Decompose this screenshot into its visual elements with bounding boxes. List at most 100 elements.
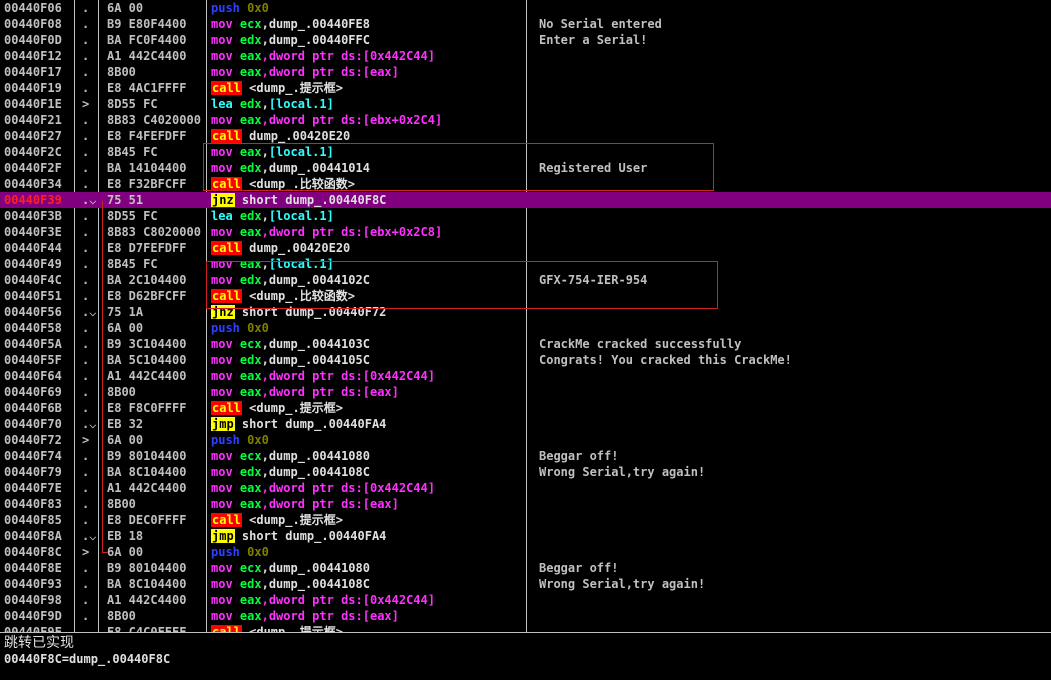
instruction-row[interactable]: 00440F51. E8 D62BFCFF call <dump_.比较函数>: [0, 288, 1051, 304]
instruction-row[interactable]: 00440F85. E8 DEC0FFFF call <dump_.提示框>: [0, 512, 1051, 528]
asm-token: edx: [239, 209, 262, 223]
instruction-row[interactable]: 00440F74. B9 80104400 mov ecx,dump_.004410…: [0, 448, 1051, 464]
instruction-row[interactable]: 00440F93. BA 8C104400 mov edx,dump_.004410…: [0, 576, 1051, 592]
instruction-hex: BA 5C104400: [107, 353, 187, 367]
asm-token: ,dword ptr ds:[0x442C44]: [261, 369, 435, 383]
instruction-row[interactable]: 00440F70 .⌵ EB 32 jmp short dump_.00440FA4: [0, 416, 1051, 432]
jump-marker: .: [82, 321, 90, 335]
instruction-row[interactable]: 00440F06. 6A 00 push 0x0: [0, 0, 1051, 16]
asm-token: mov: [211, 449, 240, 463]
jump-marker: .: [82, 561, 90, 575]
instruction-disassembly: mov eax,[local.1]: [211, 256, 334, 272]
instruction-row[interactable]: 00440F5A. B9 3C104400 mov ecx,dump_.004410…: [0, 336, 1051, 352]
jump-marker: .⌵: [82, 529, 97, 543]
instruction-row[interactable]: 00440F8E. B9 80104400 mov ecx,dump_.004410…: [0, 560, 1051, 576]
instruction-address: 00440F64: [4, 369, 62, 383]
instruction-hex: E8 DEC0FFFF: [107, 513, 187, 527]
instruction-row[interactable]: 00440F58. 6A 00 push 0x0: [0, 320, 1051, 336]
instruction-hex: E8 4AC1FFFF: [107, 81, 187, 95]
instruction-row[interactable]: 00440F3B. 8D55 FC lea edx,[local.1]: [0, 208, 1051, 224]
asm-token: ,dword ptr ds:[0x442C44]: [261, 49, 435, 63]
instruction-row[interactable]: 00440F8A .⌵ EB 18 jmp short dump_.00440FA4: [0, 528, 1051, 544]
asm-token: mov: [211, 257, 240, 271]
instruction-row[interactable]: 00440F56 .⌵ 75 1A jnz short dump_.00440F72: [0, 304, 1051, 320]
instruction-row[interactable]: 00440F49. 8B45 FC mov eax,[local.1]: [0, 256, 1051, 272]
instruction-row[interactable]: 00440F4C. BA 2C104400 mov edx,dump_.004410…: [0, 272, 1051, 288]
asm-token: ecx: [239, 17, 262, 31]
jump-marker: .: [82, 625, 90, 632]
instruction-row[interactable]: 00440F9F. E8 C4C0FFFF call <dump_.提示框>: [0, 624, 1051, 632]
instruction-address: 00440F72: [4, 433, 62, 447]
instruction-address: 00440F58: [4, 321, 62, 335]
instruction-row[interactable]: 00440F98. A1 442C4400 mov eax,dword ptr ds…: [0, 592, 1051, 608]
instruction-disassembly: mov ecx,dump_.00441080: [211, 560, 370, 576]
instruction-row[interactable]: 00440F5F. BA 5C104400 mov edx,dump_.004410…: [0, 352, 1051, 368]
instruction-row[interactable]: 00440F2C. 8B45 FC mov eax,[local.1]: [0, 144, 1051, 160]
instruction-row[interactable]: 00440F12. A1 442C4400 mov eax,dword ptr ds…: [0, 48, 1051, 64]
asm-token: ,dump_.00441014: [261, 161, 370, 175]
instruction-address: 00440F9F: [4, 625, 62, 632]
asm-token: <dump_.提示框>: [241, 513, 343, 527]
instruction-row[interactable]: 00440F19. E8 4AC1FFFF call <dump_.提示框>: [0, 80, 1051, 96]
asm-token: [local.1]: [268, 97, 334, 111]
instruction-row[interactable]: 00440F17. 8B00 mov eax,dword ptr ds:[eax]: [0, 64, 1051, 80]
asm-token: mov: [211, 385, 240, 399]
instruction-row[interactable]: 00440F8C >6A 00 push 0x0: [0, 544, 1051, 560]
instruction-row[interactable]: 00440F0D. BA FC0F4400 mov edx,dump_.00440F…: [0, 32, 1051, 48]
instruction-address: 00440F8E: [4, 561, 62, 575]
asm-token: short dump_.00440FA4: [234, 417, 387, 431]
instruction-hex: BA 8C104400: [107, 577, 187, 591]
instruction-row[interactable]: 00440F21. 8B83 C4020000 mov eax,dword ptr …: [0, 112, 1051, 128]
asm-token: short dump_.00440F8C: [234, 193, 387, 207]
jump-marker: .: [82, 577, 90, 591]
jump-marker: .: [82, 81, 90, 95]
debugger-window: 00440F06. 6A 00 push 0x0 00440F08. B9 E80F44…: [0, 0, 1051, 680]
instruction-disassembly: mov eax,dword ptr ds:[eax]: [211, 384, 399, 400]
instruction-row[interactable]: 00440F2F. BA 14104400 mov edx,dump_.004410…: [0, 160, 1051, 176]
instruction-row[interactable]: 00440F34. E8 F32BFCFF call <dump_.比较函数>: [0, 176, 1051, 192]
asm-token: mov: [211, 161, 240, 175]
instruction-address: 00440F69: [4, 385, 62, 399]
instruction-row[interactable]: 00440F44. E8 D7FEFDFF call dump_.00420E20: [0, 240, 1051, 256]
instruction-address: 00440F49: [4, 257, 62, 271]
instruction-address: 00440F19: [4, 81, 62, 95]
asm-token: ,dump_.00440FE8: [261, 17, 370, 31]
instruction-address: 00440F2F: [4, 161, 62, 175]
disassembly-pane[interactable]: 00440F06. 6A 00 push 0x0 00440F08. B9 E80F44…: [0, 0, 1051, 632]
asm-token: push: [211, 321, 240, 335]
asm-token: edx: [239, 353, 262, 367]
asm-token: ,dword ptr ds:[eax]: [261, 385, 399, 399]
instruction-row[interactable]: 00440F79. BA 8C104400 mov edx,dump_.004410…: [0, 464, 1051, 480]
jump-marker: .: [82, 337, 90, 351]
instruction-row[interactable]: 00440F9D. 8B00 mov eax,dword ptr ds:[eax]: [0, 608, 1051, 624]
instruction-address: 00440F93: [4, 577, 62, 591]
instruction-comment: Registered User: [539, 161, 648, 175]
instruction-row[interactable]: 00440F64. A1 442C4400 mov eax,dword ptr ds…: [0, 368, 1051, 384]
call-badge: call: [211, 129, 242, 143]
selected-instruction-row[interactable]: 00440F39 .⌵ 75 51 jnz short dump_.00440F8C: [0, 192, 1051, 208]
instruction-address: 00440F17: [4, 65, 62, 79]
asm-token: ,dword ptr ds:[ebx+0x2C8]: [261, 225, 443, 239]
instruction-address: 00440F83: [4, 497, 62, 511]
asm-token: ,dump_.00441080: [261, 561, 370, 575]
instruction-row[interactable]: 00440F27. E8 F4FEFDFF call dump_.00420E20: [0, 128, 1051, 144]
instruction-disassembly: call dump_.00420E20: [211, 240, 350, 256]
instruction-row[interactable]: 00440F72 >6A 00 push 0x0: [0, 432, 1051, 448]
asm-token: ,: [261, 209, 269, 223]
call-badge: call: [211, 241, 242, 255]
jump-marker: .: [82, 481, 90, 495]
asm-token: ecx: [239, 337, 262, 351]
call-badge: call: [211, 177, 242, 191]
instruction-row[interactable]: 00440F6B. E8 F8C0FFFF call <dump_.提示框>: [0, 400, 1051, 416]
asm-token: eax: [239, 65, 262, 79]
instruction-hex: 8D55 FC: [107, 209, 158, 223]
instruction-row[interactable]: 00440F69. 8B00 mov eax,dword ptr ds:[eax]: [0, 384, 1051, 400]
instruction-row[interactable]: 00440F83. 8B00 mov eax,dword ptr ds:[eax]: [0, 496, 1051, 512]
instruction-row[interactable]: 00440F08. B9 E80F4400 mov ecx,dump_.00440F…: [0, 16, 1051, 32]
instruction-row[interactable]: 00440F3E. 8B83 C8020000 mov eax,dword ptr …: [0, 224, 1051, 240]
instruction-row[interactable]: 00440F7E. A1 442C4400 mov eax,dword ptr ds…: [0, 480, 1051, 496]
asm-token: mov: [211, 609, 240, 623]
instruction-address: 00440F85: [4, 513, 62, 527]
instruction-address: 00440F08: [4, 17, 62, 31]
instruction-row[interactable]: 00440F1E >8D55 FC lea edx,[local.1]: [0, 96, 1051, 112]
